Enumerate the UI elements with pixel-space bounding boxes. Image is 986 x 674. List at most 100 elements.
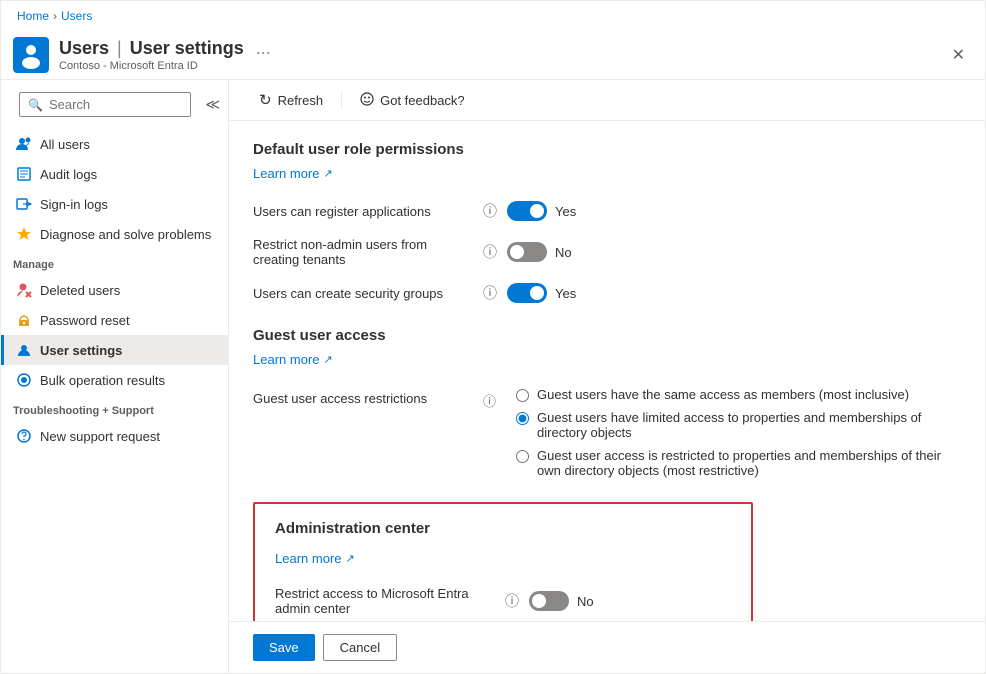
header-ellipsis[interactable]: ...: [256, 38, 271, 59]
user-settings-icon: [16, 342, 32, 358]
audit-logs-icon: [16, 166, 32, 182]
security-groups-label: Users can create security groups: [253, 286, 473, 301]
page-title: Users | User settings ...: [59, 38, 948, 59]
sidebar-item-all-users[interactable]: All users: [1, 129, 228, 159]
bulk-operation-icon: [16, 372, 32, 388]
guest-radio-group: Guest users have the same access as memb…: [516, 387, 961, 478]
page-icon: [13, 37, 49, 73]
register-apps-toggle[interactable]: [507, 201, 547, 221]
sidebar-item-bulk-operation[interactable]: Bulk operation results: [1, 365, 228, 395]
guest-option-3-label: Guest user access is restricted to prope…: [537, 448, 961, 478]
sidebar-item-new-support-label: New support request: [40, 429, 160, 444]
register-apps-row: Users can register applications ⓘ Yes: [253, 193, 961, 229]
external-link-icon: ↗: [323, 167, 332, 180]
sidebar-item-new-support[interactable]: New support request: [1, 421, 228, 451]
guest-external-link-icon: ↗: [323, 353, 332, 366]
toolbar: ↻ Refresh Got feedback?: [229, 80, 985, 121]
restrict-nonadmin-row: Restrict non-admin users from creating t…: [253, 229, 961, 275]
guest-restriction-row: Guest user access restrictions ⓘ Guest u…: [253, 379, 961, 486]
content-area: ↻ Refresh Got feedback? Default user rol…: [229, 80, 985, 673]
sidebar-item-diagnose[interactable]: Diagnose and solve problems: [1, 219, 228, 249]
sidebar-item-password-reset-label: Password reset: [40, 313, 130, 328]
admin-restrict-row: Restrict access to Microsoft Entra admin…: [275, 578, 731, 621]
register-apps-slider: [507, 201, 547, 221]
signin-logs-icon: [16, 196, 32, 212]
search-icon: 🔍: [28, 98, 43, 112]
save-button[interactable]: Save: [253, 634, 315, 661]
guest-radio-3[interactable]: [516, 450, 529, 463]
default-learn-more-label: Learn more: [253, 166, 319, 181]
refresh-icon: ↻: [259, 91, 272, 109]
guest-restriction-info-icon[interactable]: ⓘ: [483, 387, 496, 410]
security-groups-row: Users can create security groups ⓘ Yes: [253, 275, 961, 311]
diagnose-icon: [16, 226, 32, 242]
breadcrumb-sep: ›: [53, 9, 57, 23]
sidebar: 🔍 ≪ All users Audit logs: [1, 80, 229, 673]
sidebar-collapse-button[interactable]: ≪: [205, 96, 220, 113]
feedback-icon: [360, 92, 374, 109]
default-permissions-title: Default user role permissions: [253, 141, 961, 158]
content-scroll[interactable]: Default user role permissions Learn more…: [229, 121, 985, 621]
guest-learn-more-link[interactable]: Learn more ↗: [253, 352, 333, 367]
register-apps-info-icon[interactable]: ⓘ: [483, 201, 497, 221]
admin-restrict-info-icon[interactable]: ⓘ: [505, 591, 519, 611]
close-button[interactable]: ✕: [948, 41, 969, 69]
sidebar-item-signin-logs[interactable]: Sign-in logs: [1, 189, 228, 219]
admin-restrict-value: No: [577, 594, 594, 609]
restrict-nonadmin-slider: [507, 242, 547, 262]
search-input[interactable]: [49, 97, 182, 112]
sidebar-item-audit-logs[interactable]: Audit logs: [1, 159, 228, 189]
admin-restrict-toggle[interactable]: [529, 591, 569, 611]
restrict-nonadmin-info-icon[interactable]: ⓘ: [483, 242, 497, 262]
sidebar-item-bulk-operation-label: Bulk operation results: [40, 373, 165, 388]
register-apps-value: Yes: [555, 204, 576, 219]
guest-learn-more-label: Learn more: [253, 352, 319, 367]
header-title-block: Users | User settings ... Contoso - Micr…: [59, 38, 948, 72]
guest-radio-2[interactable]: [516, 412, 529, 425]
page-header: Users | User settings ... Contoso - Micr…: [1, 31, 985, 80]
troubleshoot-section-header: Troubleshooting + Support: [1, 395, 228, 421]
default-learn-more-link[interactable]: Learn more ↗: [253, 166, 333, 181]
footer: Save Cancel: [229, 621, 985, 673]
support-icon: [16, 428, 32, 444]
admin-restrict-label: Restrict access to Microsoft Entra admin…: [275, 586, 495, 616]
sidebar-item-password-reset[interactable]: Password reset: [1, 305, 228, 335]
sidebar-item-deleted-users-label: Deleted users: [40, 283, 120, 298]
manage-section-header: Manage: [1, 249, 228, 275]
restrict-nonadmin-toggle[interactable]: [507, 242, 547, 262]
all-users-icon: [16, 136, 32, 152]
guest-option-1-label: Guest users have the same access as memb…: [537, 387, 909, 402]
breadcrumb-users[interactable]: Users: [61, 9, 92, 23]
security-groups-value: Yes: [555, 286, 576, 301]
admin-restrict-control: No: [529, 591, 594, 611]
security-groups-info-icon[interactable]: ⓘ: [483, 283, 497, 303]
guest-option-1[interactable]: Guest users have the same access as memb…: [516, 387, 961, 402]
admin-restrict-slider: [529, 591, 569, 611]
admin-learn-more-label: Learn more: [275, 551, 341, 566]
admin-learn-more-link[interactable]: Learn more ↗: [275, 551, 355, 566]
breadcrumb-home[interactable]: Home: [17, 9, 49, 23]
sidebar-item-all-users-label: All users: [40, 137, 90, 152]
sidebar-item-user-settings-label: User settings: [40, 343, 122, 358]
guest-option-2-label: Guest users have limited access to prope…: [537, 410, 961, 440]
sidebar-item-signin-logs-label: Sign-in logs: [40, 197, 108, 212]
guest-radio-1[interactable]: [516, 389, 529, 402]
refresh-button[interactable]: ↻ Refresh: [249, 86, 333, 114]
sidebar-item-user-settings[interactable]: User settings: [1, 335, 228, 365]
password-reset-icon: [16, 312, 32, 328]
guest-option-3[interactable]: Guest user access is restricted to prope…: [516, 448, 961, 478]
title-separator: |: [117, 38, 122, 59]
admin-center-box: Administration center Learn more ↗ Restr…: [253, 502, 753, 621]
feedback-button[interactable]: Got feedback?: [350, 87, 475, 114]
security-groups-slider: [507, 283, 547, 303]
admin-center-title: Administration center: [275, 520, 731, 537]
sidebar-item-deleted-users[interactable]: Deleted users: [1, 275, 228, 305]
register-apps-label: Users can register applications: [253, 204, 473, 219]
restrict-nonadmin-control: No: [507, 242, 572, 262]
header-subtitle: Contoso - Microsoft Entra ID: [59, 60, 948, 72]
guest-option-2[interactable]: Guest users have limited access to prope…: [516, 410, 961, 440]
deleted-users-icon: [16, 282, 32, 298]
breadcrumb: Home › Users: [1, 1, 985, 31]
cancel-button[interactable]: Cancel: [323, 634, 397, 661]
security-groups-toggle[interactable]: [507, 283, 547, 303]
